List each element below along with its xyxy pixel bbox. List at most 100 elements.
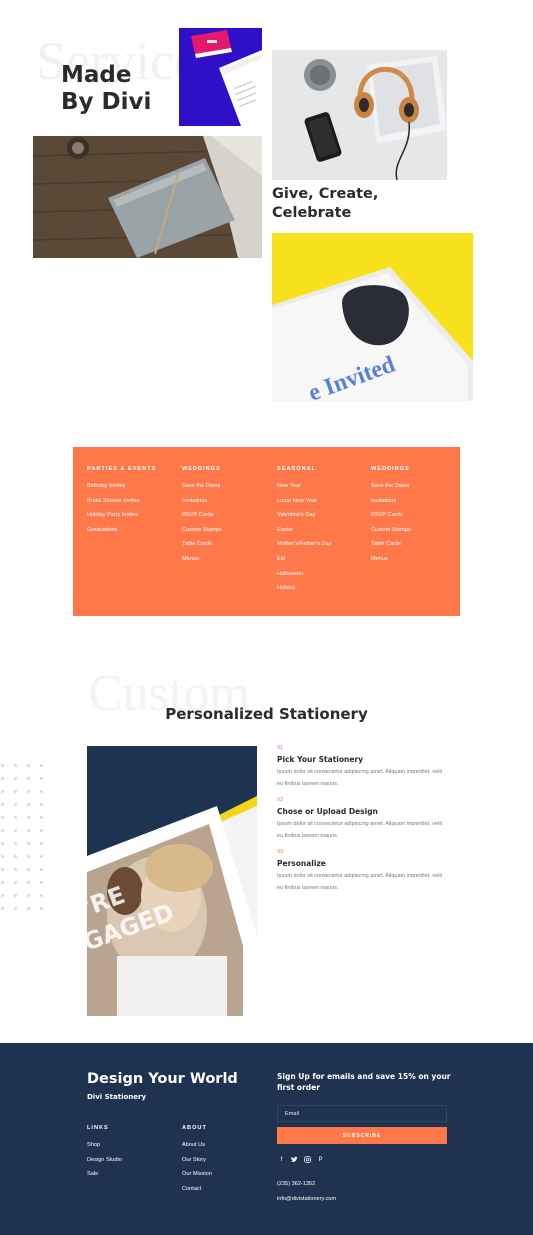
pattern-dot xyxy=(14,764,17,767)
footer-about-column: About About Us Our Story Our Mission Con… xyxy=(182,1125,212,1196)
signup-text: Sign Up for emails and save 15% on your … xyxy=(277,1072,451,1092)
pattern-dot xyxy=(14,842,17,845)
menu-item[interactable]: Table Cards xyxy=(371,537,461,552)
menu-item[interactable]: Invitations xyxy=(371,494,461,509)
pattern-dot xyxy=(27,777,30,780)
hero-subtitle: Give, Create, Celebrate xyxy=(272,186,379,221)
pattern-dot xyxy=(1,881,4,884)
step-text: Ipsum dolor sit consectetur adipiscing a… xyxy=(277,873,443,891)
footer-link[interactable]: Design Studio xyxy=(87,1153,122,1168)
pattern-dot xyxy=(40,829,43,832)
pattern-dot xyxy=(27,829,30,832)
menu-item[interactable]: Custom Stamps xyxy=(182,523,272,538)
footer-email[interactable]: info@divistationery.com xyxy=(277,1196,336,1202)
pattern-dot xyxy=(14,777,17,780)
pattern-dot xyxy=(27,881,30,884)
menu-item[interactable]: Lunar New Year xyxy=(277,494,367,509)
menu-item[interactable]: Holiday Party Invites xyxy=(87,508,177,523)
menu-item[interactable]: New Year xyxy=(277,479,367,494)
menu-item[interactable]: Invitations xyxy=(182,494,272,509)
menu-column-weddings-2: Weddings Save the Dates Invitations RSVP… xyxy=(371,466,461,567)
step-2: 02 Chose or Upload Design Ipsum dolor si… xyxy=(277,797,447,842)
menu-item[interactable]: Valentine's Day xyxy=(277,508,367,523)
footer-links-heading: Links xyxy=(87,1125,109,1131)
pattern-dot xyxy=(14,803,17,806)
menu-item[interactable]: Holiday xyxy=(277,581,367,596)
step-number: 03 xyxy=(277,849,284,855)
business-card-image xyxy=(179,28,262,126)
pattern-dot xyxy=(1,907,4,910)
pattern-dot xyxy=(1,829,4,832)
pattern-dot xyxy=(1,777,4,780)
menu-item[interactable]: Halloween xyxy=(277,567,367,582)
footer-phone: (235) 362-1352 xyxy=(277,1181,316,1187)
pattern-dot xyxy=(1,855,4,858)
menu-item[interactable]: Mother's/Father's Day xyxy=(277,537,367,552)
footer-link[interactable]: About Us xyxy=(182,1138,212,1153)
pattern-dot xyxy=(14,855,17,858)
menu-heading: Weddings xyxy=(371,466,410,472)
menu-item[interactable]: Save the Dates xyxy=(371,479,461,494)
step-number: 01 xyxy=(277,745,284,751)
pattern-dot xyxy=(14,790,17,793)
menu-heading: Weddings xyxy=(182,466,221,472)
step-title: Chose or Upload Design xyxy=(277,807,378,816)
menu-heading: Seasonal xyxy=(277,466,317,472)
pattern-dot xyxy=(40,816,43,819)
engaged-couple-card-image: 'RE GAGED xyxy=(87,746,257,1016)
menu-item[interactable]: RSVP Cards xyxy=(182,508,272,523)
step-3: 03 Personalize Ipsum dolor sit consectet… xyxy=(277,849,447,894)
pattern-dot xyxy=(40,855,43,858)
pattern-dot xyxy=(27,894,30,897)
pattern-dot xyxy=(14,829,17,832)
menu-item[interactable]: Birthday Invites xyxy=(87,479,177,494)
pattern-dot xyxy=(40,764,43,767)
pattern-dot xyxy=(27,855,30,858)
footer-link[interactable]: Contact xyxy=(182,1182,212,1197)
step-text: Ipsum dolor sit consectetur adipiscing a… xyxy=(277,769,443,787)
pattern-dot xyxy=(14,894,17,897)
step-title: Personalize xyxy=(277,859,326,868)
menu-item[interactable]: Easter xyxy=(277,523,367,538)
invitation-card-image: e Invited xyxy=(272,233,473,401)
category-menu-panel: Parties & Events Birthday Invites Bridal… xyxy=(73,447,460,616)
wooden-table-notebook-image xyxy=(33,136,262,258)
email-input[interactable] xyxy=(277,1105,447,1122)
step-text: Ipsum dolor sit consectetur adipiscing a… xyxy=(277,821,443,839)
footer-link[interactable]: Our Story xyxy=(182,1153,212,1168)
menu-item[interactable]: Graduations xyxy=(87,523,177,538)
pattern-dot xyxy=(14,881,17,884)
menu-item[interactable]: Bridal Shower Invites xyxy=(87,494,177,509)
footer-about-heading: About xyxy=(182,1125,207,1131)
section-title: Personalized Stationery xyxy=(165,705,368,723)
menu-item[interactable]: Eid xyxy=(277,552,367,567)
footer-brand: Divi Stationery xyxy=(87,1093,147,1101)
instagram-icon[interactable] xyxy=(303,1156,312,1165)
pattern-dot xyxy=(27,816,30,819)
pattern-dot xyxy=(27,868,30,871)
menu-item[interactable]: Table Cards xyxy=(182,537,272,552)
facebook-icon[interactable]: f xyxy=(277,1156,286,1165)
menu-item[interactable]: Menus xyxy=(371,552,461,567)
desk-headphones-phone-image xyxy=(272,50,447,180)
pattern-dot xyxy=(40,790,43,793)
pattern-dot xyxy=(1,842,4,845)
footer-link[interactable]: Shop xyxy=(87,1138,122,1153)
pattern-dot xyxy=(14,907,17,910)
footer-link[interactable]: Sale xyxy=(87,1167,122,1182)
pattern-dot xyxy=(27,907,30,910)
menu-item[interactable]: Custom Stamps xyxy=(371,523,461,538)
pattern-dot xyxy=(1,764,4,767)
menu-heading: Parties & Events xyxy=(87,466,157,472)
twitter-icon[interactable] xyxy=(290,1156,299,1165)
menu-item[interactable]: Menus xyxy=(182,552,272,567)
footer-links-column: Links Shop Design Studio Sale xyxy=(87,1125,122,1182)
pattern-dot xyxy=(40,842,43,845)
menu-item[interactable]: Save the Dates xyxy=(182,479,272,494)
pinterest-icon[interactable]: P xyxy=(316,1156,325,1165)
menu-item[interactable]: RSVP Cards xyxy=(371,508,461,523)
subscribe-button[interactable]: Subscribe xyxy=(277,1127,447,1144)
footer-link[interactable]: Our Mission xyxy=(182,1167,212,1182)
pattern-dot xyxy=(40,907,43,910)
pattern-dot xyxy=(1,894,4,897)
